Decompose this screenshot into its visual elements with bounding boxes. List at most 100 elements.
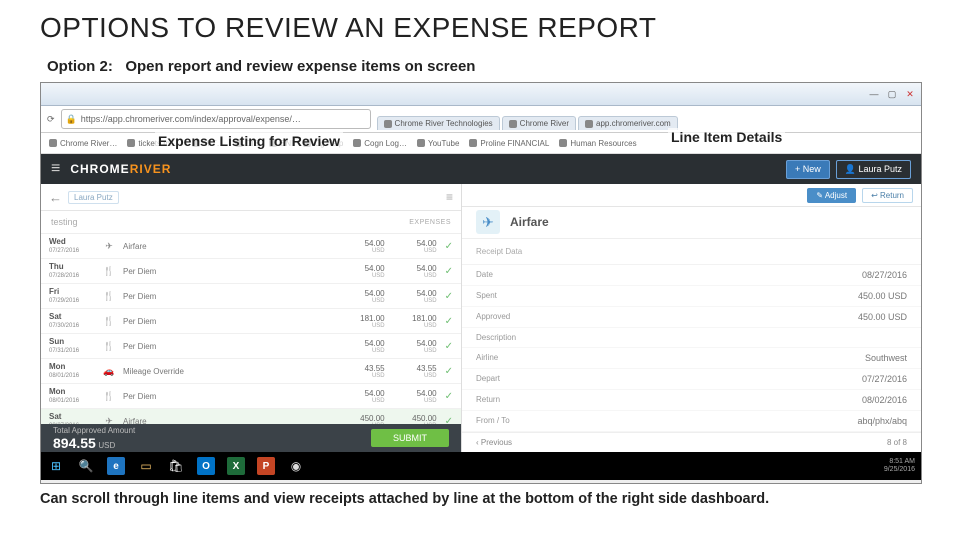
row-category-name: Airfare xyxy=(123,417,333,425)
detail-actions: ✎ Adjust ↩ Return xyxy=(462,184,921,207)
tray-time: 8:51 AM xyxy=(884,458,915,466)
subtitle-rest: Open report and review expense items on … xyxy=(125,58,475,75)
bookmark-item[interactable]: YouTube xyxy=(417,139,459,148)
previous-button[interactable]: ‹ Previous xyxy=(476,438,512,447)
detail-fields: Date08/27/2016Spent450.00 USDApproved450… xyxy=(462,265,921,432)
row-category-icon: 🍴 xyxy=(103,340,115,352)
lock-icon: 🔒 xyxy=(66,114,77,125)
row-approved: 54.00USD xyxy=(393,264,437,279)
new-button[interactable]: + New xyxy=(786,160,830,179)
close-icon[interactable]: ✕ xyxy=(903,89,917,100)
expense-row[interactable]: Mon08/01/2016🍴Per Diem54.00USD54.00USD✓ xyxy=(41,384,461,409)
window-titlebar: — ▢ ✕ xyxy=(41,83,921,106)
row-spent: 54.00USD xyxy=(341,289,385,304)
field-key: From / To xyxy=(476,416,510,426)
detail-field: Return08/02/2016 xyxy=(462,390,921,411)
row-approved: 181.00USD xyxy=(393,314,437,329)
total-currency: USD xyxy=(98,441,115,450)
row-date: Sat08/27/2016 xyxy=(49,413,95,424)
detail-field: From / To abq/phx/abq xyxy=(462,411,921,432)
excel-icon[interactable]: X xyxy=(227,457,245,475)
row-category-name: Airfare xyxy=(123,242,333,251)
sort-icon[interactable]: ≡ xyxy=(446,190,453,204)
row-spent: 181.00USD xyxy=(341,314,385,329)
return-button[interactable]: ↩ Return xyxy=(862,188,913,203)
reload-icon[interactable]: ⟳ xyxy=(47,114,55,125)
address-bar[interactable]: 🔒 https://app.chromeriver.com/index/appr… xyxy=(61,109,371,129)
row-category-icon: 🍴 xyxy=(103,390,115,402)
browser-tab[interactable]: Chrome River xyxy=(502,116,576,130)
row-category-name: Per Diem xyxy=(123,292,333,301)
bookmark-item[interactable]: Chrome River… xyxy=(49,139,117,148)
row-category-icon: ✈ xyxy=(103,240,115,252)
detail-field: Date08/27/2016 xyxy=(462,265,921,286)
detail-field: Spent450.00 USD xyxy=(462,286,921,307)
favicon-icon xyxy=(509,120,517,128)
minimize-icon[interactable]: — xyxy=(867,89,881,99)
detail-field: Description xyxy=(462,328,921,348)
total-value: 894.55 xyxy=(53,435,96,451)
app-header: ≡ CHROMERIVER + New 👤 Laura Putz xyxy=(41,154,921,184)
detail-field: AirlineSouthwest xyxy=(462,348,921,369)
browser-tab[interactable]: app.chromeriver.com xyxy=(578,116,678,130)
check-icon: ✓ xyxy=(445,316,453,327)
store-icon[interactable]: 🛍 xyxy=(167,457,185,475)
user-menu-button[interactable]: 👤 Laura Putz xyxy=(836,160,911,179)
expense-row[interactable]: Wed07/27/2016✈Airfare54.00USD54.00USD✓ xyxy=(41,234,461,259)
row-spent: 43.55USD xyxy=(341,364,385,379)
row-approved: 54.00USD xyxy=(393,289,437,304)
menu-icon[interactable]: ≡ xyxy=(51,160,60,178)
row-category-icon: 🍴 xyxy=(103,290,115,302)
ie-icon[interactable]: e xyxy=(107,457,125,475)
row-spent: 54.00USD xyxy=(341,339,385,354)
slide-subtitle: Option 2: Open report and review expense… xyxy=(47,58,475,75)
url-text: https://app.chromeriver.com/index/approv… xyxy=(81,114,301,124)
row-date: Sun07/31/2016 xyxy=(49,338,95,354)
row-approved: 54.00USD xyxy=(393,389,437,404)
favicon-icon xyxy=(585,120,593,128)
check-icon: ✓ xyxy=(445,241,453,252)
row-category-icon: ✈ xyxy=(103,415,115,424)
adjust-button[interactable]: ✎ Adjust xyxy=(807,188,856,203)
expense-row[interactable]: Fri07/29/2016🍴Per Diem54.00USD54.00USD✓ xyxy=(41,284,461,309)
row-spent: 54.00USD xyxy=(341,239,385,254)
expense-row[interactable]: Sun07/31/2016🍴Per Diem54.00USD54.00USD✓ xyxy=(41,334,461,359)
field-value: abq/phx/abq xyxy=(857,416,907,426)
check-icon: ✓ xyxy=(445,266,453,277)
category-label: Airfare xyxy=(510,215,549,229)
expense-row[interactable]: Sat07/30/2016🍴Per Diem181.00USD181.00USD… xyxy=(41,309,461,334)
maximize-icon[interactable]: ▢ xyxy=(885,89,899,100)
bookmark-item[interactable]: Cogn Log… xyxy=(353,139,407,148)
check-icon: ✓ xyxy=(445,391,453,402)
expense-rows[interactable]: Wed07/27/2016✈Airfare54.00USD54.00USD✓Th… xyxy=(41,234,461,424)
row-category-icon: 🍴 xyxy=(103,315,115,327)
receipt-label: Receipt Data xyxy=(476,247,522,256)
expense-row[interactable]: Mon08/01/2016🚗Mileage Override43.55USD43… xyxy=(41,359,461,384)
field-value: Southwest xyxy=(865,353,907,363)
field-key: Spent xyxy=(476,291,497,301)
row-spent: 450.00USD xyxy=(341,414,385,425)
expense-row[interactable]: Thu07/28/2016🍴Per Diem54.00USD54.00USD✓ xyxy=(41,259,461,284)
row-approved: 43.55USD xyxy=(393,364,437,379)
row-date: Thu07/28/2016 xyxy=(49,263,95,279)
system-tray[interactable]: 8:51 AM 9/25/2016 xyxy=(884,458,915,473)
submit-button[interactable]: SUBMIT xyxy=(371,429,449,447)
breadcrumb-user[interactable]: Laura Putz xyxy=(68,191,119,204)
chrome-icon[interactable]: ◉ xyxy=(287,457,305,475)
category-header: ✈ Airfare xyxy=(462,207,921,239)
row-approved: 54.00USD xyxy=(393,239,437,254)
folder-icon[interactable]: ▭ xyxy=(137,457,155,475)
outlook-icon[interactable]: O xyxy=(197,457,215,475)
callout-line-item-details: Line Item Details xyxy=(668,128,785,146)
subtitle-prefix: Option 2: xyxy=(47,58,113,75)
expense-row[interactable]: Sat08/27/2016✈Airfare450.00USD450.00USD✓ xyxy=(41,409,461,424)
row-category-name: Per Diem xyxy=(123,342,333,351)
start-icon[interactable]: ⊞ xyxy=(47,457,65,475)
browser-tab[interactable]: Chrome River Technologies xyxy=(377,116,500,130)
back-icon[interactable]: ← xyxy=(49,190,62,205)
field-key: Depart xyxy=(476,374,500,384)
search-icon[interactable]: 🔍 xyxy=(77,457,95,475)
powerpoint-icon[interactable]: P xyxy=(257,457,275,475)
bookmark-item[interactable]: Proline FINANCIAL xyxy=(469,139,549,148)
bookmark-item[interactable]: Human Resources xyxy=(559,139,636,148)
